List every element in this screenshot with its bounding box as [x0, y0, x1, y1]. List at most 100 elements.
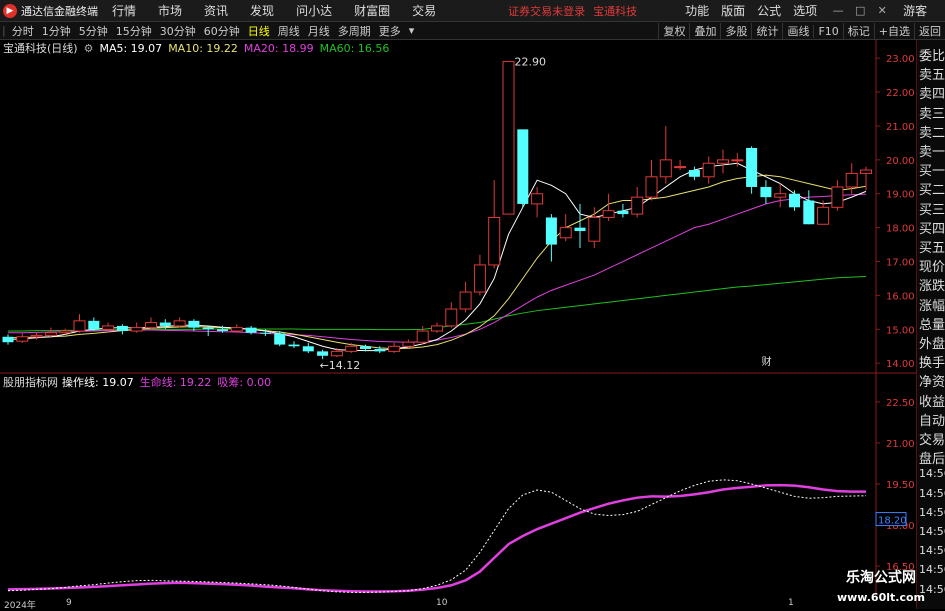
- side-panel-item[interactable]: 收益: [919, 391, 945, 410]
- candle-body: [760, 186, 772, 198]
- chevron-down-icon[interactable]: ▾: [409, 24, 415, 37]
- candle-body: [717, 159, 729, 164]
- side-panel-item[interactable]: 自动: [919, 410, 945, 429]
- side-panel-item[interactable]: 交易: [919, 429, 945, 448]
- menu-news[interactable]: 资讯: [204, 2, 228, 19]
- menu-options[interactable]: 选项: [793, 2, 817, 19]
- candle-body: [16, 336, 29, 342]
- month-10-label: 10: [436, 598, 448, 608]
- period-monthly[interactable]: 月线: [308, 23, 330, 39]
- tool-adjust[interactable]: 复权: [658, 23, 689, 39]
- side-panel-item[interactable]: 买二: [919, 179, 945, 198]
- candle-body: [731, 159, 744, 162]
- ma60-value: MA60: 16.56: [319, 41, 390, 55]
- side-panel-item[interactable]: 卖四: [919, 83, 945, 102]
- tool-overlay[interactable]: 叠加: [689, 23, 720, 39]
- quote-side-panel[interactable]: 委比 卖五 卖四 卖三 卖二 卖一 买一 买二 买三 买四 买五 现价 涨跌 涨幅 总量 外盘 换手 净资 收益 自动…: [916, 40, 945, 609]
- period-multi[interactable]: 多周期: [338, 23, 371, 39]
- side-panel-item[interactable]: 卖一: [919, 141, 945, 160]
- side-panel-item[interactable]: 外盘: [919, 333, 945, 352]
- low-price-label: ←14.12: [320, 359, 361, 372]
- candle-body: [116, 325, 128, 332]
- side-panel-item[interactable]: 14:56: [919, 487, 945, 500]
- indicator-info-bar: 股朋指标网 操作线: 19.07 生命线: 19.22 吸筹: 0.00: [3, 374, 271, 390]
- candle-body: [645, 176, 658, 198]
- main-axis-label: 14.00: [886, 359, 915, 370]
- side-panel-item[interactable]: 买三: [919, 199, 945, 218]
- period-daily[interactable]: 日线: [248, 23, 270, 39]
- candle-body: [259, 332, 271, 334]
- period-60min[interactable]: 60分钟: [204, 23, 240, 39]
- absorb-value: 吸筹: 0.00: [217, 376, 272, 389]
- candle-body: [173, 320, 186, 327]
- side-panel-item[interactable]: 卖五: [919, 64, 945, 83]
- side-panel-item[interactable]: 换手: [919, 352, 945, 371]
- ma5-value: MA5: 19.07: [99, 41, 163, 55]
- candle-body: [245, 327, 257, 333]
- price-axis: 23.00 22.00 21.00 20.00 19.00 18.00 17.00 16.00…: [875, 54, 915, 573]
- side-panel-item[interactable]: 盘后: [919, 448, 945, 467]
- side-panel-item[interactable]: 买一: [919, 160, 945, 179]
- tool-mark[interactable]: 标记: [842, 23, 874, 39]
- side-panel-item[interactable]: 卖三: [919, 103, 945, 122]
- menu-ask[interactable]: 问小达: [296, 2, 332, 19]
- settings-gear-icon[interactable]: ⚙: [84, 42, 94, 55]
- maximize-icon[interactable]: □: [853, 4, 867, 18]
- tool-f10[interactable]: F10: [813, 24, 842, 38]
- tool-add-watchlist[interactable]: +自选: [873, 23, 914, 39]
- side-panel-item[interactable]: 现价: [919, 256, 945, 275]
- menu-market[interactable]: 市场: [158, 2, 182, 19]
- side-panel-item[interactable]: 总量: [919, 314, 945, 333]
- chart-grid: [0, 40, 916, 598]
- indicator-name[interactable]: 股朋指标网: [3, 374, 58, 390]
- menu-function[interactable]: 功能: [685, 2, 709, 19]
- minimize-icon[interactable]: —: [831, 4, 845, 18]
- period-weekly[interactable]: 周线: [278, 23, 300, 39]
- menu-quotes[interactable]: 行情: [112, 2, 136, 19]
- menu-discover[interactable]: 发现: [250, 2, 274, 19]
- period-intraday[interactable]: 分时: [12, 23, 34, 39]
- finance-marker: 财: [762, 355, 772, 368]
- side-panel-item[interactable]: 14:56: [919, 467, 945, 480]
- period-15min[interactable]: 15分钟: [116, 23, 152, 39]
- candle-body: [574, 227, 586, 232]
- side-panel-item[interactable]: 买四: [919, 218, 945, 237]
- tool-stats[interactable]: 统计: [751, 23, 782, 39]
- candle-body: [817, 206, 830, 225]
- watermark: 乐淘公式网 www.60lt.com: [837, 568, 925, 608]
- annotations: 22.90 ←14.12 财: [320, 56, 772, 373]
- main-axis-label: 19.00: [886, 190, 915, 201]
- menu-wealth[interactable]: 财富圈: [354, 2, 390, 19]
- candle-body: [230, 327, 243, 332]
- side-panel-item[interactable]: 卖二: [919, 122, 945, 141]
- side-panel-item[interactable]: 涨跌: [919, 275, 945, 294]
- menu-trade[interactable]: 交易: [412, 2, 436, 19]
- close-icon[interactable]: ✕: [875, 4, 889, 18]
- period-1min[interactable]: 1分钟: [42, 23, 71, 39]
- menu-formula[interactable]: 公式: [757, 2, 781, 19]
- side-panel-item[interactable]: 买五: [919, 237, 945, 256]
- period-5min[interactable]: 5分钟: [79, 23, 108, 39]
- candle-body: [302, 346, 314, 352]
- period-30min[interactable]: 30分钟: [160, 23, 196, 39]
- period-more[interactable]: 更多: [379, 23, 401, 39]
- side-panel-item[interactable]: 涨幅: [919, 295, 945, 314]
- kline-chart[interactable]: 23.00 22.00 21.00 20.00 19.00 18.00 17.00 16.00…: [0, 40, 916, 598]
- side-panel-item[interactable]: 14:56: [919, 506, 945, 519]
- ma20-value: MA20: 18.99: [243, 41, 314, 55]
- op-line: [7, 479, 867, 593]
- login-warning[interactable]: 证券交易未登录: [508, 3, 585, 19]
- tool-multistock[interactable]: 多股: [720, 23, 751, 39]
- tool-draw[interactable]: 画线: [782, 23, 813, 39]
- tool-back[interactable]: 返回: [914, 23, 945, 39]
- current-stock-name: 宝通科技: [593, 4, 638, 18]
- side-panel-item[interactable]: 委比: [919, 45, 945, 64]
- side-panel-item[interactable]: 14:56: [919, 525, 945, 538]
- menu-layout[interactable]: 版面: [721, 2, 745, 19]
- candles: [2, 61, 872, 360]
- candle-body: [674, 166, 687, 169]
- candle-body: [789, 193, 800, 208]
- side-panel-item[interactable]: 14:56: [919, 544, 945, 557]
- guest-label[interactable]: 游客: [903, 2, 927, 19]
- side-panel-item[interactable]: 净资: [919, 371, 945, 390]
